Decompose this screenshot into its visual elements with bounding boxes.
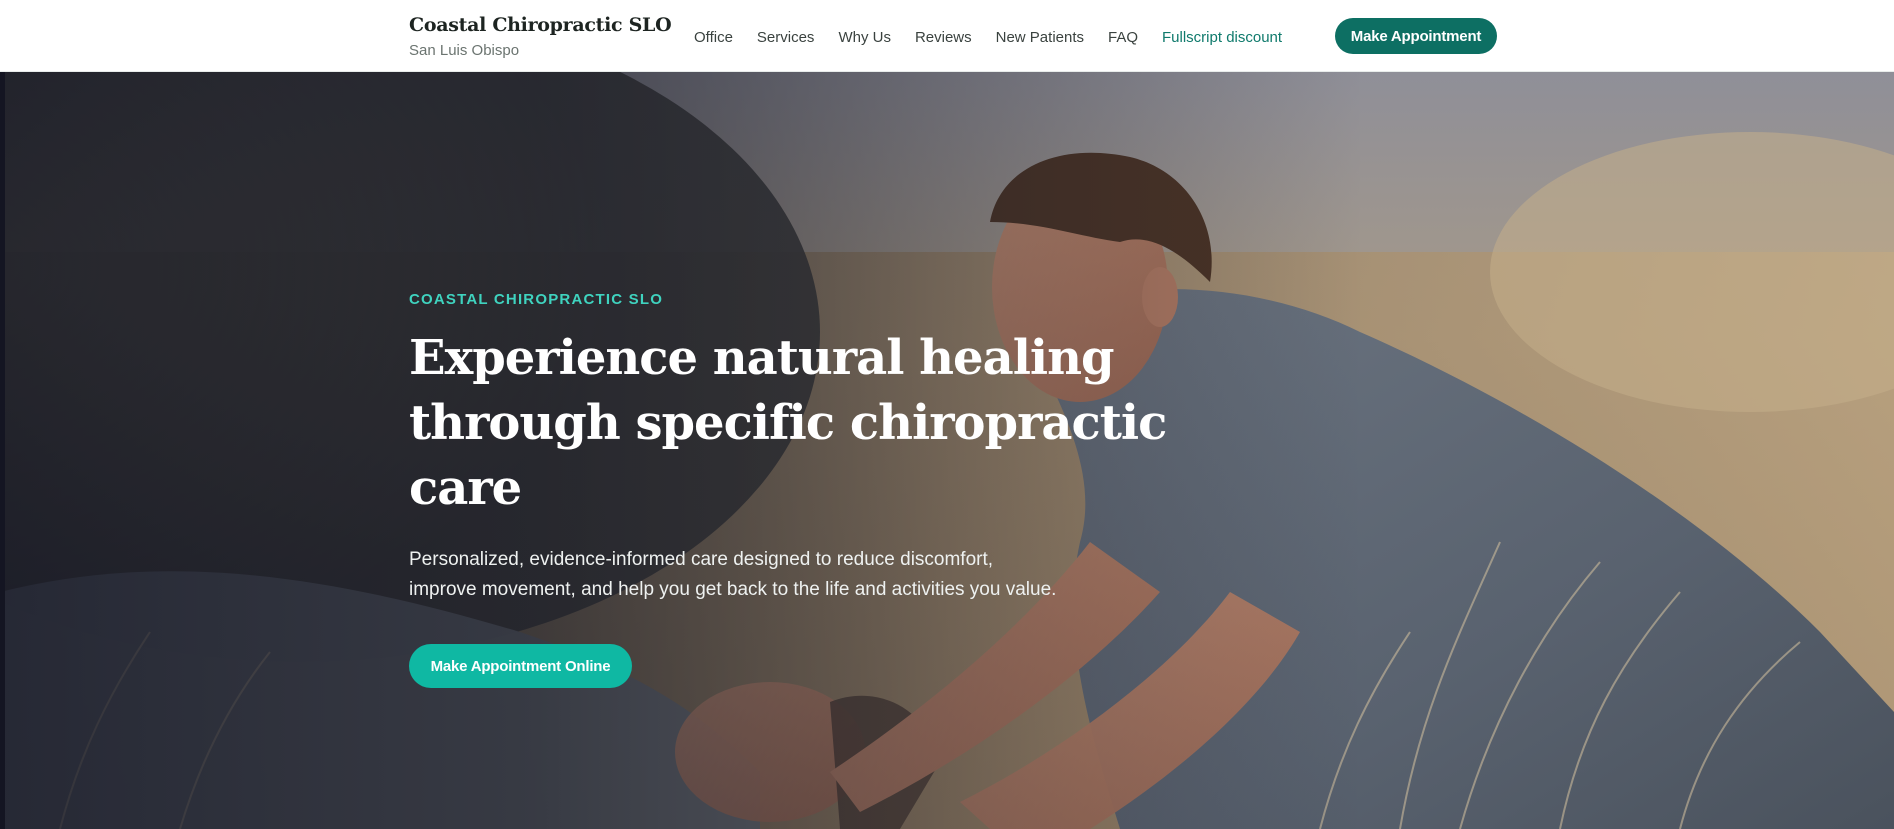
hero-description: Personalized, evidence-informed care des… xyxy=(409,545,1089,605)
nav-link-new-patients[interactable]: New Patients xyxy=(996,29,1084,46)
hero-description-line: Personalized, evidence-informed care des… xyxy=(409,549,994,570)
make-appointment-online-button[interactable]: Make Appointment Online xyxy=(409,644,632,688)
nav-link-office[interactable]: Office xyxy=(694,29,733,46)
make-appointment-button[interactable]: Make Appointment xyxy=(1335,18,1497,54)
nav-link-faq[interactable]: FAQ xyxy=(1108,29,1138,46)
hero-headline-line: through specific chiropractic xyxy=(409,395,1167,451)
site-header: Coastal Chiropractic SLO San Luis Obispo… xyxy=(0,0,1894,72)
nav-link-fullscript-discount[interactable]: Fullscript discount xyxy=(1162,29,1282,46)
hero-headline-line: Experience natural healing xyxy=(409,330,1115,386)
hero-headline: Experience natural healing through speci… xyxy=(409,326,1169,521)
hero-eyebrow: COASTAL CHIROPRACTIC SLO xyxy=(409,291,664,308)
hero-left-edge xyxy=(0,72,5,829)
brand[interactable]: Coastal Chiropractic SLO San Luis Obispo xyxy=(409,14,672,59)
brand-location: San Luis Obispo xyxy=(409,42,520,59)
brand-name[interactable]: Coastal Chiropractic SLO xyxy=(409,14,672,36)
nav-link-services[interactable]: Services xyxy=(757,29,815,46)
main-nav: Office Services Why Us Reviews New Patie… xyxy=(694,26,1282,48)
hero-headline-line: care xyxy=(409,460,522,516)
nav-link-why-us[interactable]: Why Us xyxy=(838,29,891,46)
hero-section: COASTAL CHIROPRACTIC SLO Experience natu… xyxy=(0,72,1894,829)
hero-description-line: improve movement, and help you get back … xyxy=(409,579,1057,600)
nav-link-reviews[interactable]: Reviews xyxy=(915,29,972,46)
